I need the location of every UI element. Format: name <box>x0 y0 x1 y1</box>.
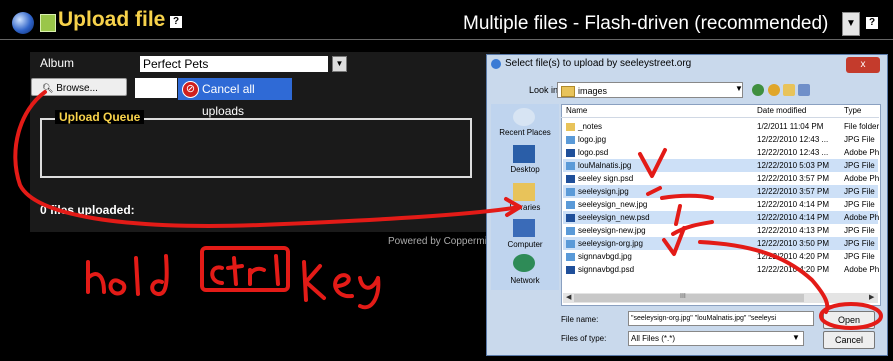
handwriting-e <box>333 273 354 299</box>
checkmark <box>646 186 662 196</box>
handwriting-t <box>226 256 244 286</box>
annotation-overlay <box>13 90 883 330</box>
checkmark <box>660 193 714 200</box>
checkmark <box>671 220 714 236</box>
arrow-stroke <box>13 90 522 228</box>
checkmark <box>674 204 682 226</box>
handwriting-r <box>248 266 266 286</box>
checkmark <box>638 148 667 178</box>
handwriting-d <box>150 254 169 296</box>
handwriting-c <box>210 265 224 285</box>
arrow-stroke <box>698 240 830 314</box>
handwriting-h <box>86 260 106 294</box>
open-highlight-circle <box>819 302 883 330</box>
handwriting-k <box>302 260 326 302</box>
handwriting-y <box>358 276 381 310</box>
handwriting-o <box>108 278 127 296</box>
handwriting-l <box>274 254 280 286</box>
handwriting-l <box>134 256 140 296</box>
